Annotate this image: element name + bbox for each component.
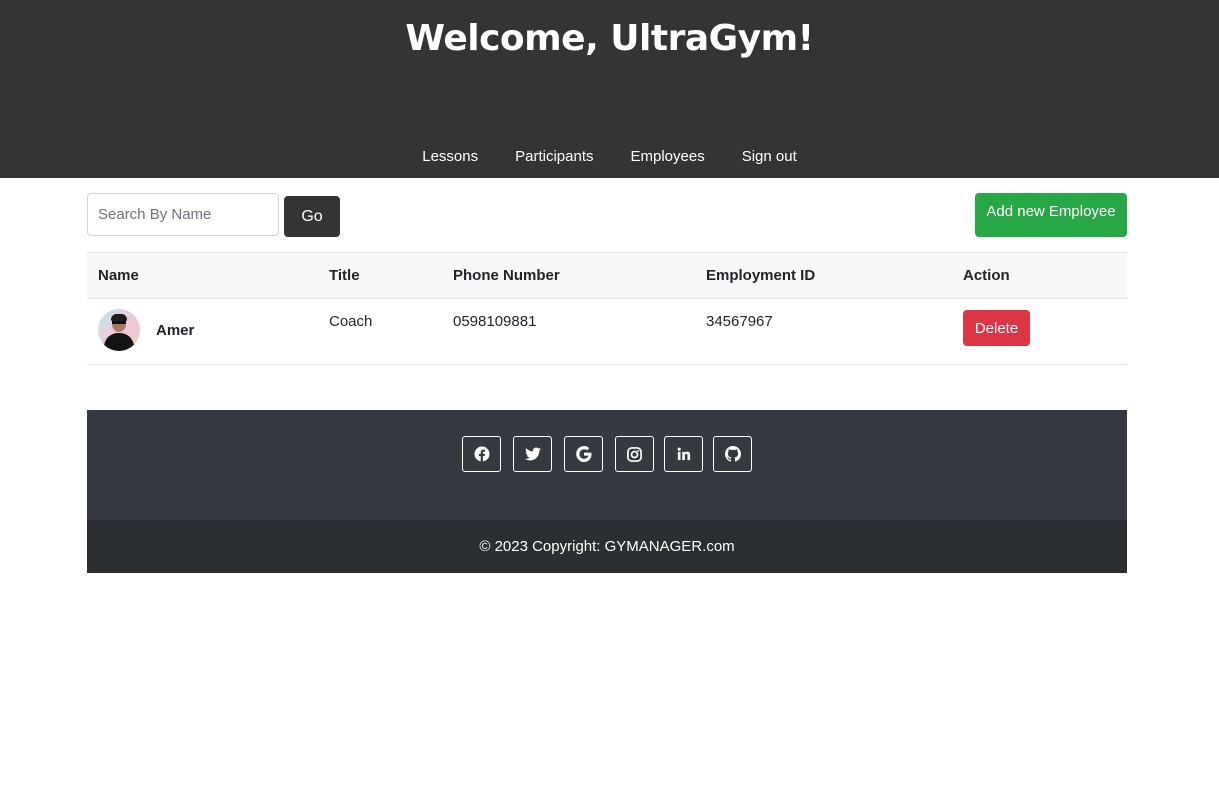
- github-icon[interactable]: [713, 436, 752, 472]
- cell-title: Coach: [318, 298, 442, 365]
- header-employment-id: Employment ID: [695, 252, 952, 299]
- table-header-row: Name Title Phone Number Employment ID Ac…: [87, 252, 1127, 299]
- facebook-icon[interactable]: [462, 436, 501, 472]
- header-action: Action: [952, 252, 1127, 299]
- nav-lessons[interactable]: Lessons: [404, 148, 497, 165]
- nav-participants[interactable]: Participants: [497, 148, 612, 165]
- cell-action: Delete: [952, 298, 1127, 365]
- nav-employees[interactable]: Employees: [612, 148, 723, 165]
- cell-name: Amer: [87, 298, 318, 365]
- avatar: [98, 309, 140, 351]
- footer-social: [87, 410, 1127, 520]
- cell-phone: 0598109881: [442, 298, 695, 365]
- nav-sign-out[interactable]: Sign out: [723, 148, 815, 165]
- add-new-employee-button[interactable]: Add new Employee: [975, 193, 1127, 237]
- table-row: Amer Coach 0598109881 34567967 Delete: [87, 298, 1127, 365]
- header-name: Name: [87, 252, 318, 299]
- employee-name: Amer: [156, 321, 195, 339]
- delete-button[interactable]: Delete: [963, 310, 1030, 346]
- search-input[interactable]: [87, 193, 279, 236]
- cell-employment-id: 34567967: [695, 298, 952, 365]
- employees-table: Name Title Phone Number Employment ID Ac…: [87, 252, 1127, 365]
- page-title: Welcome, UltraGym!: [405, 18, 814, 59]
- go-button[interactable]: Go: [284, 196, 340, 237]
- main-nav: Lessons Participants Employees Sign out: [0, 148, 1219, 165]
- footer-copyright: © 2023 Copyright: GYMANAGER.com: [87, 520, 1127, 573]
- google-icon[interactable]: [564, 436, 603, 472]
- twitter-icon[interactable]: [513, 436, 552, 472]
- header-title: Title: [318, 252, 442, 299]
- copyright-text: © 2023 Copyright: GYMANAGER.com: [479, 538, 735, 555]
- linkedin-icon[interactable]: [664, 436, 703, 472]
- page-header: Welcome, UltraGym! Lessons Participants …: [0, 0, 1219, 178]
- instagram-icon[interactable]: [615, 436, 654, 472]
- header-phone: Phone Number: [442, 252, 695, 299]
